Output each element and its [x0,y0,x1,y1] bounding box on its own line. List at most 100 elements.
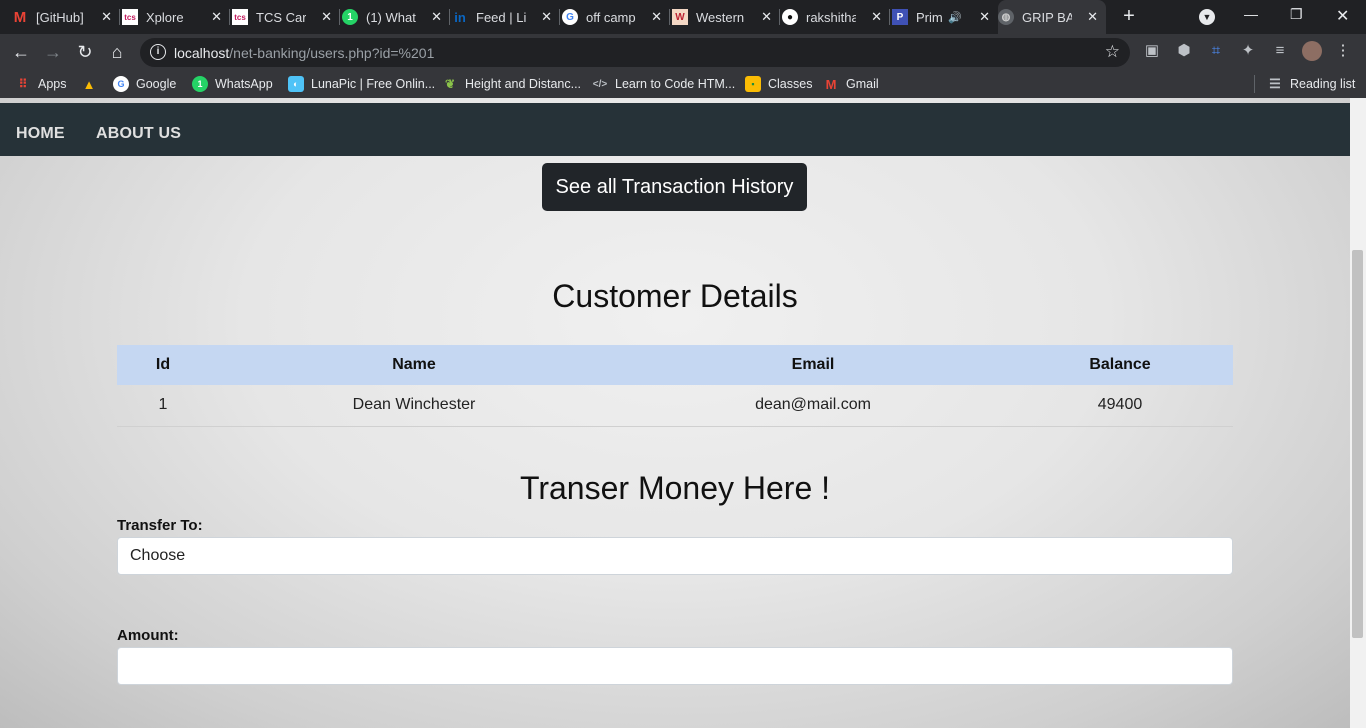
tab-tcs-careers[interactable]: tcs TCS Care ✕ [232,0,340,34]
tab-search-icon[interactable]: ▼ [1199,9,1215,25]
bookmark-height-distance[interactable]: ❦ Height and Distanc... [442,76,581,92]
column-header-email: Email [619,345,1007,385]
code-icon: </> [592,78,608,90]
bookmark-apps[interactable]: ⠿ Apps [15,76,67,92]
whatsapp-icon: 1 [342,9,358,25]
back-icon[interactable]: ← [11,42,31,62]
tab-separator [119,9,120,25]
transfer-to-select[interactable]: Choose [117,537,1233,575]
tab-prime[interactable]: P Prim 🔊 ✕ [892,0,998,34]
tab-github[interactable]: M [GitHub] ✕ [12,0,120,34]
minimize-icon[interactable]: — [1244,6,1258,22]
page-scrollbar[interactable] [1350,98,1366,728]
tab-separator [779,9,780,25]
scrollbar-thumb[interactable] [1352,250,1363,638]
puzzle-icon[interactable]: ✦ [1239,42,1257,60]
amount-input[interactable] [117,647,1233,685]
tcs-icon: tcs [232,9,248,25]
restore-icon[interactable]: ❐ [1290,6,1303,23]
cell-email: dean@mail.com [619,385,1007,427]
reload-icon[interactable]: ↻ [75,42,95,62]
cell-name: Dean Winchester [209,385,619,427]
url-text[interactable]: localhost/net-banking/users.php?id=%201 [174,45,434,61]
table-row: 1 Dean Winchester dean@mail.com 49400 [117,385,1233,427]
close-icon[interactable]: ✕ [431,9,442,25]
forward-icon[interactable]: → [43,42,63,62]
tab-western[interactable]: W Western ✕ [672,0,780,34]
bookmark-whatsapp[interactable]: 1 WhatsApp [192,76,273,92]
page-content: HOME ABOUT US See all Transaction Histor… [0,98,1350,728]
cube-extension-icon[interactable]: ⬢ [1175,42,1193,60]
media-control-icon[interactable]: ≡ [1271,42,1289,60]
column-header-balance: Balance [1007,345,1233,385]
close-icon[interactable]: ✕ [979,9,990,25]
nav-about-link[interactable]: ABOUT US [96,125,181,143]
bookmark-drive[interactable]: ▲ [81,76,104,92]
amount-label: Amount: [117,627,179,644]
close-icon[interactable]: ✕ [101,9,112,25]
github-icon: ● [782,9,798,25]
tab-xplore[interactable]: tcs Xplore ✕ [122,0,230,34]
classroom-icon: ▪ [745,76,761,92]
reading-list[interactable]: ☰ Reading list [1267,76,1355,92]
tcs-icon: tcs [122,9,138,25]
bookmark-classes[interactable]: ▪ Classes [745,76,812,92]
close-icon[interactable]: ✕ [761,9,772,25]
crop-extension-icon[interactable]: ⌗ [1207,42,1225,60]
apps-icon: ⠿ [18,77,28,91]
tab-linkedin[interactable]: in Feed | Li ✕ [452,0,560,34]
tab-separator [449,9,450,25]
close-icon[interactable]: ✕ [1087,9,1098,25]
address-bar[interactable]: i localhost/net-banking/users.php?id=%20… [140,38,1130,67]
globe-icon: ◍ [998,9,1014,25]
tab-separator [339,9,340,25]
tab-separator [559,9,560,25]
bookmark-google[interactable]: G Google [113,76,176,92]
tab-grip-bank[interactable]: ◍ GRIP BA ✕ [998,0,1106,34]
linkedin-icon: in [454,9,466,25]
gmail-icon: M [13,8,27,26]
tab-github-profile[interactable]: ● rakshitha ✕ [782,0,890,34]
bookmark-star-icon[interactable]: ☆ [1105,42,1120,62]
tab-off-campus[interactable]: G off camp ✕ [562,0,670,34]
window-close-icon[interactable]: ✕ [1336,6,1349,26]
customer-table: Id Name Email Balance 1 Dean Winchester … [117,345,1233,427]
new-tab-icon[interactable]: + [1119,6,1139,26]
close-icon[interactable]: ✕ [651,9,662,25]
tab-separator [229,9,230,25]
tab-whatsapp[interactable]: 1 (1) What ✕ [342,0,450,34]
home-icon[interactable]: ⌂ [107,42,127,62]
close-icon[interactable]: ✕ [871,9,882,25]
extension-icon[interactable]: ▣ [1143,42,1161,60]
cell-id: 1 [117,385,209,427]
bookmark-learn-code[interactable]: </> Learn to Code HTM... [592,76,735,92]
transfer-money-heading: Transer Money Here ! [519,470,831,506]
customer-details-heading: Customer Details [552,278,798,314]
tab-separator [669,9,670,25]
google-icon: G [562,9,578,25]
bookmarks-separator [1254,75,1255,93]
google-icon: G [113,76,129,92]
site-navbar: HOME ABOUT US [0,103,1350,156]
close-icon[interactable]: ✕ [211,9,222,25]
close-icon[interactable]: ✕ [321,9,332,25]
nav-home-link[interactable]: HOME [16,125,65,143]
reading-list-icon: ☰ [1269,76,1281,91]
close-icon[interactable]: ✕ [541,9,552,25]
prime-icon: P [892,9,908,25]
profile-avatar[interactable] [1302,41,1322,61]
table-header-row: Id Name Email Balance [117,345,1233,385]
menu-icon[interactable]: ⋮ [1334,42,1352,60]
speaker-icon[interactable]: 🔊 [948,11,962,24]
whatsapp-icon: 1 [192,76,208,92]
tab-separator [889,9,890,25]
column-header-id: Id [117,345,209,385]
transaction-history-button[interactable]: See all Transaction History [542,163,807,211]
bookmark-lunapic[interactable]: ◐ LunaPic | Free Onlin... [288,76,435,92]
tab-strip: M [GitHub] ✕ tcs Xplore ✕ tcs TCS Care ✕… [0,0,1366,34]
site-info-icon[interactable]: i [150,44,166,60]
lunapic-icon: ◐ [288,76,304,92]
cell-balance: 49400 [1007,385,1233,427]
transfer-to-label: Transfer To: [117,517,203,534]
bookmark-gmail[interactable]: M Gmail [823,76,879,92]
